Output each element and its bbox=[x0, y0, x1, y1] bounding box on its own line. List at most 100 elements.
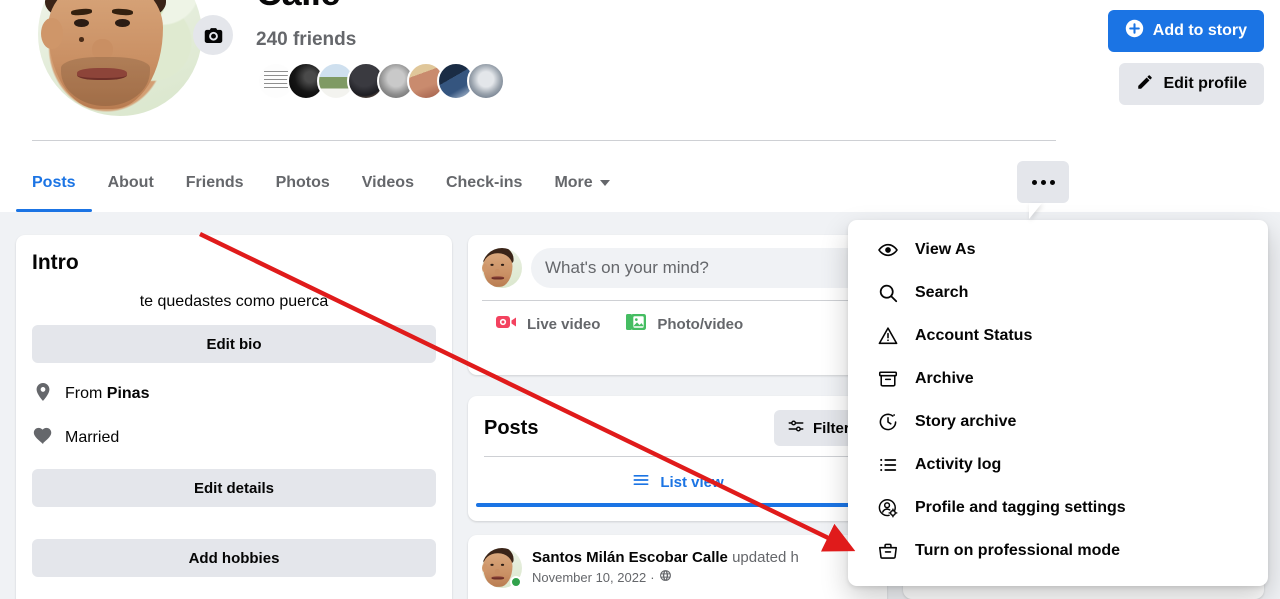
profile-more-options-button[interactable] bbox=[1017, 161, 1069, 203]
post-author-line: Santos Milán Escobar Calle updated h bbox=[532, 549, 799, 566]
tab-label: Friends bbox=[185, 173, 244, 191]
edit-profile-label: Edit profile bbox=[1163, 75, 1247, 92]
intro-bio-text: te quedastes como puerca bbox=[139, 293, 329, 310]
intro-detail-text: Married bbox=[65, 429, 120, 446]
avatar-image bbox=[34, 0, 206, 120]
tab-videos[interactable]: Videos bbox=[346, 153, 430, 212]
chevron-down-icon bbox=[599, 179, 610, 186]
tab-photos[interactable]: Photos bbox=[260, 153, 346, 212]
tab-label: Photos bbox=[275, 173, 330, 191]
tab-posts[interactable]: Posts bbox=[16, 153, 92, 212]
menu-item-label: Story archive bbox=[915, 412, 1017, 430]
warning-triangle-icon bbox=[874, 325, 902, 347]
tab-label: Posts bbox=[32, 173, 76, 191]
list-view-icon bbox=[631, 470, 651, 494]
list-icon bbox=[874, 454, 902, 476]
location-pin-icon bbox=[32, 381, 54, 408]
avatar-face bbox=[38, 0, 202, 116]
menu-item-search[interactable]: Search bbox=[856, 271, 1260, 314]
page-title: Calle bbox=[256, 0, 340, 14]
composer-input[interactable] bbox=[531, 248, 873, 288]
briefcase-icon bbox=[874, 540, 902, 562]
menu-item-turn-on-professional-mode[interactable]: Turn on professional mode bbox=[856, 529, 1260, 572]
globe-icon bbox=[659, 569, 672, 585]
header-divider bbox=[32, 140, 1056, 141]
plus-circle-icon bbox=[1125, 19, 1144, 43]
intro-detail-from: From Pinas bbox=[32, 381, 436, 407]
post-author-avatar[interactable] bbox=[482, 548, 522, 588]
menu-item-view-as[interactable]: View As bbox=[856, 228, 1260, 271]
intro-title: Intro bbox=[32, 251, 79, 274]
friends-count[interactable]: 240 friends bbox=[256, 29, 356, 51]
edit-profile-button[interactable]: Edit profile bbox=[1119, 63, 1264, 105]
menu-item-label: Activity log bbox=[915, 455, 1002, 473]
intro-detail-text: From Pinas bbox=[65, 385, 150, 402]
tab-label: Check-ins bbox=[445, 173, 523, 191]
menu-item-label: Turn on professional mode bbox=[915, 541, 1121, 559]
online-status-indicator bbox=[510, 576, 522, 588]
ellipsis-icon bbox=[1040, 179, 1046, 185]
search-icon bbox=[874, 282, 902, 304]
tab-friends[interactable]: Friends bbox=[170, 153, 260, 212]
menu-item-label: Account Status bbox=[915, 326, 1033, 344]
menu-item-account-status[interactable]: Account Status bbox=[856, 314, 1260, 357]
menu-item-label: Profile and tagging settings bbox=[915, 498, 1126, 516]
intro-detail-relationship: Married bbox=[32, 425, 436, 451]
live-video-icon bbox=[494, 310, 518, 339]
post-date[interactable]: November 10, 2022 bbox=[532, 570, 646, 585]
sliders-icon bbox=[787, 417, 805, 439]
tab-label: About bbox=[107, 173, 154, 191]
posts-section-title: Posts bbox=[484, 416, 539, 439]
ellipsis-icon bbox=[1031, 179, 1037, 185]
edit-bio-button[interactable]: Edit bio bbox=[32, 325, 436, 363]
menu-item-profile-and-tagging-settings[interactable]: Profile and tagging settings bbox=[856, 486, 1260, 529]
tab-list-view[interactable]: List view bbox=[468, 457, 887, 507]
posts-section-card: Posts Filters List view bbox=[468, 396, 887, 521]
intro-card: Intro te quedastes como puerca Edit bio … bbox=[16, 235, 452, 599]
profile-tabs: Posts About Friends Photos Videos Check-… bbox=[16, 153, 626, 212]
list-view-label: List view bbox=[660, 473, 724, 491]
post-card: Santos Milán Escobar Calle updated h Nov… bbox=[468, 535, 887, 599]
live-video-button[interactable]: Live video bbox=[482, 304, 612, 344]
ellipsis-icon bbox=[1049, 179, 1055, 185]
add-to-story-button[interactable]: Add to story bbox=[1107, 10, 1264, 52]
add-to-story-label: Add to story bbox=[1152, 22, 1247, 39]
profile-avatar[interactable] bbox=[34, 0, 233, 120]
friend-avatar[interactable] bbox=[467, 62, 505, 100]
dropdown-pointer bbox=[1029, 203, 1042, 219]
camera-icon[interactable] bbox=[193, 15, 233, 55]
menu-item-label: View As bbox=[915, 240, 976, 258]
profile-options-dropdown: View As Search Account Status Archive St… bbox=[848, 220, 1268, 586]
add-hobbies-button[interactable]: Add hobbies bbox=[32, 539, 436, 577]
menu-item-label: Archive bbox=[915, 369, 974, 387]
photo-video-icon bbox=[624, 310, 648, 339]
friend-avatar-pile[interactable] bbox=[257, 62, 505, 100]
clock-history-icon bbox=[874, 411, 902, 433]
tab-check-ins[interactable]: Check-ins bbox=[430, 153, 538, 212]
menu-item-label: Search bbox=[915, 283, 969, 301]
edit-details-button[interactable]: Edit details bbox=[32, 469, 436, 507]
profile-header-band: Calle 240 friends bbox=[0, 0, 1280, 212]
tab-label: More bbox=[554, 173, 593, 191]
post-separator: · bbox=[650, 569, 655, 585]
heart-icon bbox=[32, 425, 54, 452]
tab-more[interactable]: More bbox=[538, 153, 625, 212]
archive-box-icon bbox=[874, 368, 902, 390]
menu-item-activity-log[interactable]: Activity log bbox=[856, 443, 1260, 486]
post-action-text: updated h bbox=[727, 549, 799, 566]
menu-item-story-archive[interactable]: Story archive bbox=[856, 400, 1260, 443]
tab-about[interactable]: About bbox=[92, 153, 170, 212]
photo-video-label: Photo/video bbox=[657, 315, 744, 333]
post-timestamp-row: November 10, 2022 · bbox=[532, 569, 799, 585]
post-composer-card: Live video Photo/video bbox=[468, 235, 887, 375]
eye-icon bbox=[874, 239, 902, 261]
live-video-label: Live video bbox=[527, 315, 601, 333]
menu-item-archive[interactable]: Archive bbox=[856, 357, 1260, 400]
post-author-name[interactable]: Santos Milán Escobar Calle bbox=[532, 549, 728, 566]
composer-avatar[interactable] bbox=[482, 248, 522, 288]
profile-gear-icon bbox=[874, 497, 902, 519]
facebook-profile-page: Calle 240 friends bbox=[0, 0, 1280, 599]
tab-label: Videos bbox=[361, 173, 414, 191]
photo-video-button[interactable]: Photo/video bbox=[612, 304, 755, 344]
pencil-icon bbox=[1136, 73, 1154, 96]
